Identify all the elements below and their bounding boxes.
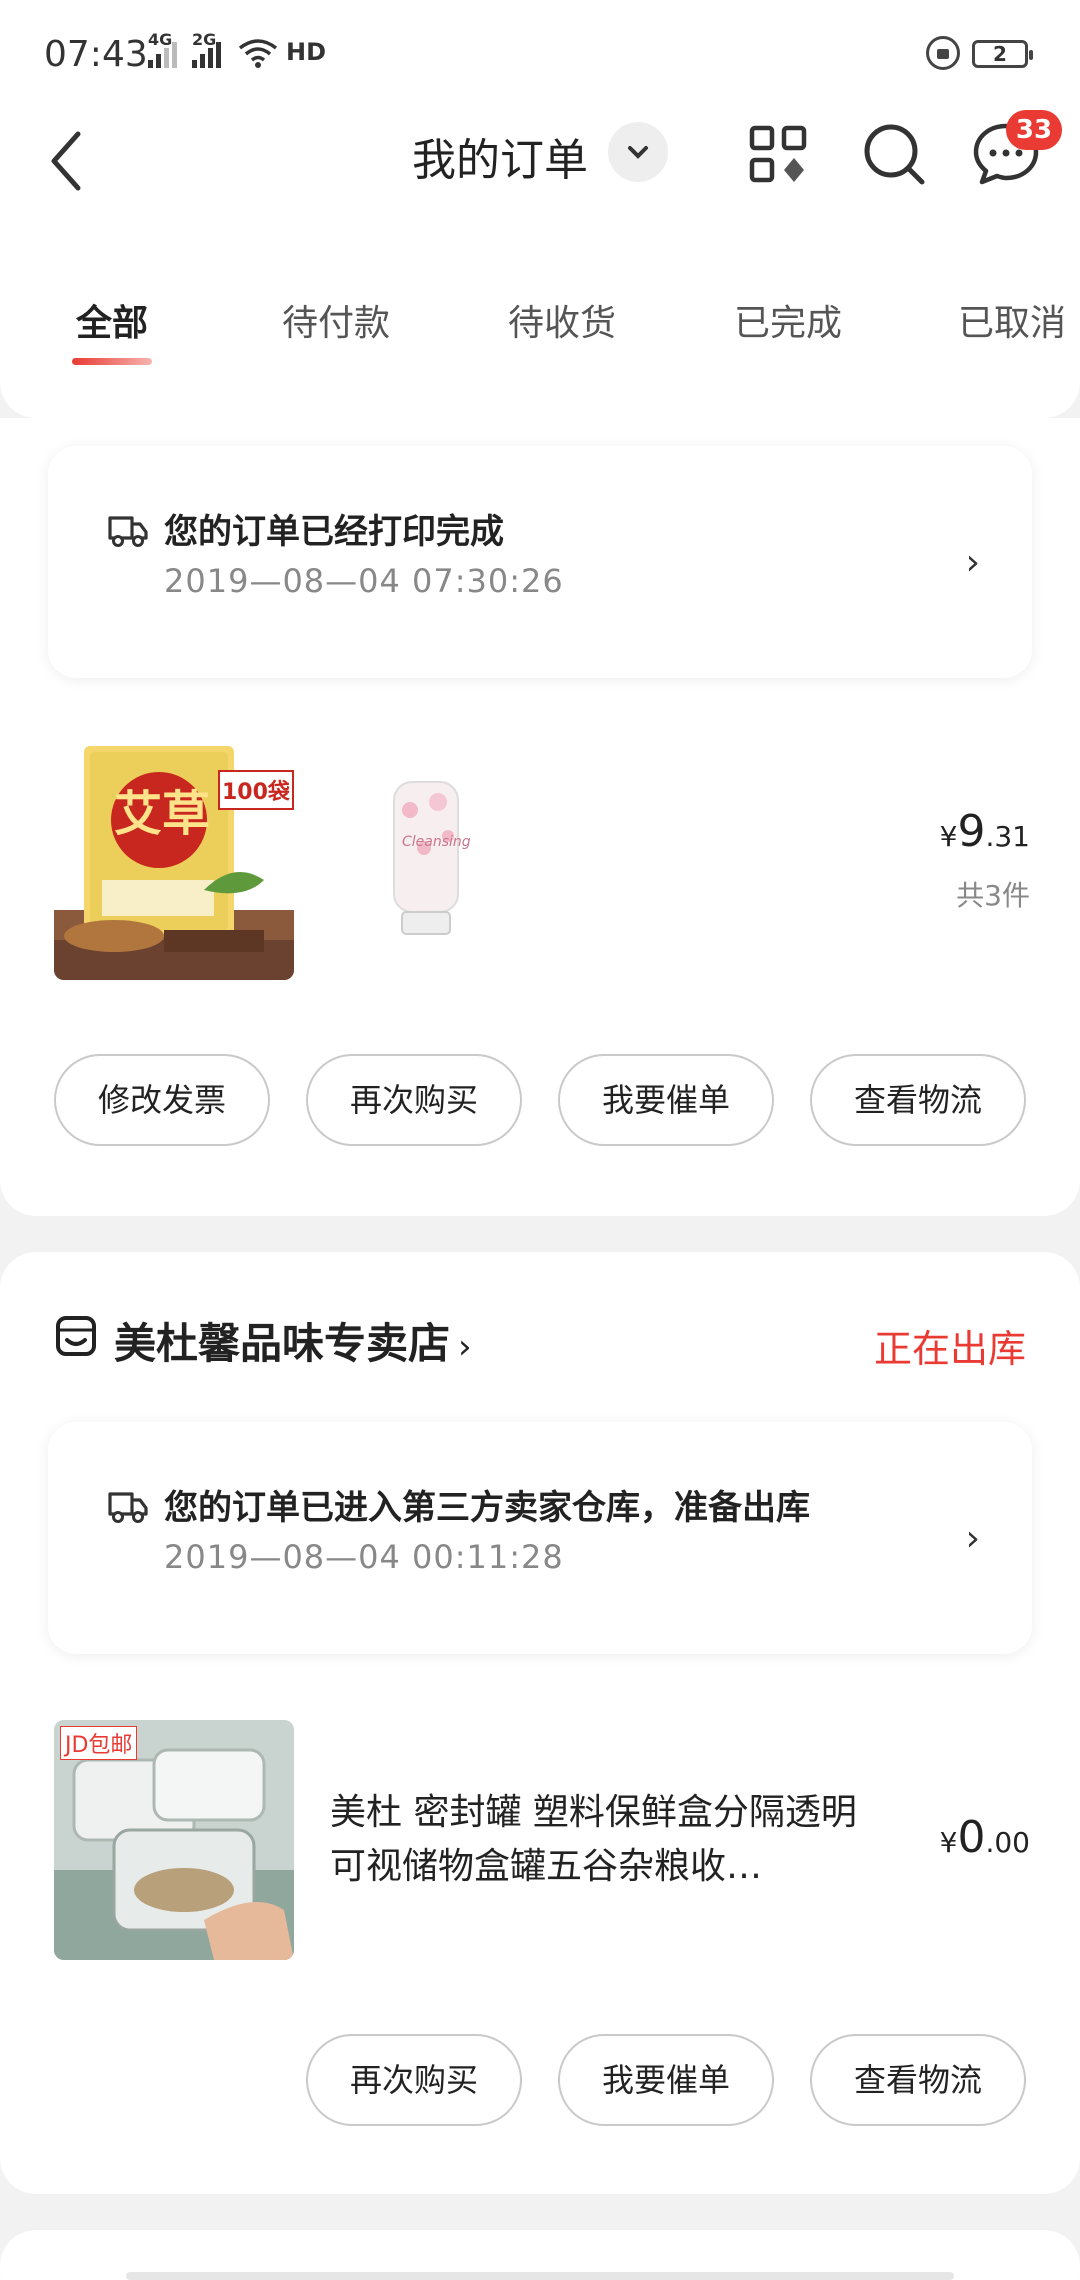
tab-all[interactable]: 全部 xyxy=(76,294,148,346)
page-title[interactable]: 我的订单 xyxy=(412,124,588,188)
chevron-right-icon: › xyxy=(458,1327,472,1367)
urge-order-button[interactable]: 我要催单 xyxy=(558,1054,774,1146)
buy-again-button[interactable]: 再次购买 xyxy=(306,1054,522,1146)
order-price: ¥9.31 xyxy=(940,806,1030,857)
product-image-container[interactable]: JD包邮 xyxy=(54,1720,294,1960)
back-arrow-icon[interactable] xyxy=(44,126,88,196)
truck-icon xyxy=(108,1492,148,1523)
product-brand-label: Cleansing xyxy=(402,834,471,850)
nav-bar: 我的订单 33 xyxy=(0,110,1080,240)
signal-icon xyxy=(192,40,221,68)
currency-symbol: ¥ xyxy=(939,1826,958,1859)
shop-name-text: 美杜馨品味专卖店 xyxy=(114,1319,451,1368)
tracking-message: 您的订单已经打印完成 xyxy=(164,512,504,552)
tab-pending-receipt[interactable]: 待收货 xyxy=(508,294,616,346)
item-count: 共3件 xyxy=(956,879,1030,912)
battery-icon: 2 xyxy=(972,40,1033,68)
chevron-down-icon xyxy=(628,146,648,159)
grid-menu-icon[interactable] xyxy=(742,118,814,190)
chevron-right-icon: › xyxy=(965,1518,980,1559)
tracking-time: 2019—08—04 00:11:28 xyxy=(164,1538,564,1576)
urge-order-button[interactable]: 我要催单 xyxy=(558,2034,774,2126)
wifi-icon xyxy=(238,39,278,68)
product-badge: 100袋 xyxy=(218,770,294,810)
order-price: ¥0.00 xyxy=(940,1812,1030,1863)
loading-placeholder xyxy=(126,2272,954,2280)
tracking-message: 您的订单已进入第三方卖家仓库，准备出库 xyxy=(164,1488,810,1528)
view-logistics-button[interactable]: 查看物流 xyxy=(810,2034,1026,2126)
product-tag: JD包邮 xyxy=(60,1726,138,1760)
product-name[interactable]: 美杜 密封罐 塑料保鲜盒分隔透明可视储物盒罐五谷杂粮收… xyxy=(330,1786,890,1894)
search-icon[interactable] xyxy=(858,118,930,190)
rotation-lock-icon xyxy=(926,36,960,70)
title-dropdown-button[interactable] xyxy=(608,122,668,182)
status-time: 07:43 xyxy=(44,34,148,75)
product-image-cleanser[interactable]: Cleansing xyxy=(306,740,546,980)
price-integer: 9 xyxy=(957,806,986,857)
product-image-mugwort[interactable]: 艾草 100袋 xyxy=(54,740,294,980)
status-bar: 07:43 4G 2G HD 2 xyxy=(0,0,1080,110)
shop-icon xyxy=(56,1316,96,1356)
buy-again-button[interactable]: 再次购买 xyxy=(306,2034,522,2126)
order-status: 正在出库 xyxy=(873,1327,1026,1371)
product-image xyxy=(393,781,459,935)
tracking-panel[interactable]: 您的订单已进入第三方卖家仓库，准备出库 2019—08—04 00:11:28 … xyxy=(48,1422,1032,1654)
tab-pending-payment[interactable]: 待付款 xyxy=(282,294,390,346)
order-card: 您的订单已经打印完成 2019—08—04 07:30:26 › 艾草 100袋… xyxy=(0,418,1080,1216)
order-card: 美杜馨品味专卖店 › 正在出库 您的订单已进入第三方卖家仓库，准备出库 2019—… xyxy=(0,1252,1080,2194)
product-title-text: 艾草 xyxy=(113,786,210,842)
order-card-next xyxy=(0,2230,1080,2280)
tab-completed[interactable]: 已完成 xyxy=(734,294,842,346)
active-tab-indicator xyxy=(72,358,152,365)
view-logistics-button[interactable]: 查看物流 xyxy=(810,1054,1026,1146)
tracking-panel[interactable]: 您的订单已经打印完成 2019—08—04 07:30:26 › xyxy=(48,446,1032,678)
signal-icon xyxy=(148,40,177,68)
chevron-right-icon: › xyxy=(965,542,980,583)
currency-symbol: ¥ xyxy=(939,820,958,853)
price-decimal: .31 xyxy=(985,820,1030,853)
price-integer: 0 xyxy=(957,1812,986,1863)
truck-icon xyxy=(108,516,148,547)
message-count-badge: 33 xyxy=(1006,110,1062,150)
order-tabs: 全部 待付款 待收货 已完成 已取消 xyxy=(0,290,1080,370)
tab-cancelled[interactable]: 已取消 xyxy=(958,294,1066,346)
shop-name[interactable]: 美杜馨品味专卖店 › xyxy=(114,1310,472,1371)
edit-invoice-button[interactable]: 修改发票 xyxy=(54,1054,270,1146)
price-decimal: .00 xyxy=(985,1826,1030,1859)
hd-indicator: HD xyxy=(286,38,327,66)
tracking-time: 2019—08—04 07:30:26 xyxy=(164,562,564,600)
